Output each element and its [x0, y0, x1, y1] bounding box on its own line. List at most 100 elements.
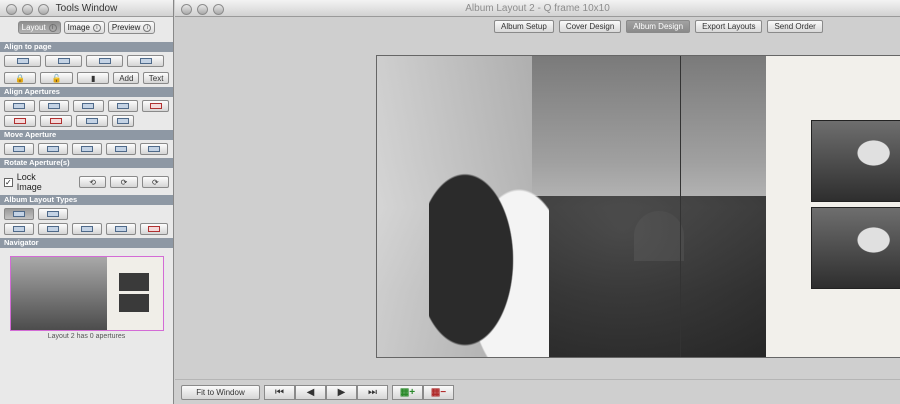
layout-icon	[47, 226, 59, 232]
align-icon	[16, 58, 29, 64]
main-photo-aperture[interactable]	[377, 56, 766, 357]
first-page-icon[interactable]: ⏮	[264, 384, 295, 400]
info-icon: i	[143, 23, 152, 32]
delete-button[interactable]: ▮	[76, 72, 110, 84]
layout-preset-1-button[interactable]	[4, 223, 34, 235]
align-icon	[115, 146, 127, 152]
step-send-order[interactable]: Send Order	[767, 20, 823, 33]
info-icon: i	[92, 23, 101, 32]
plus-glyph: ▦+	[399, 386, 416, 398]
step-album-design[interactable]: Album Design	[626, 20, 691, 33]
move-up-button[interactable]	[72, 143, 102, 155]
align-icon	[86, 118, 98, 124]
match-width-button[interactable]	[76, 115, 108, 127]
step-export-layouts[interactable]: Export Layouts	[695, 20, 763, 33]
bottom-toolbar: Fit to Window ⏮ ◀ ▶ ⏭ ▦+ ▦−	[175, 379, 900, 404]
photo-trees	[527, 196, 766, 357]
zoom-icon[interactable]	[38, 4, 49, 15]
layout-type-page-button[interactable]	[38, 208, 68, 220]
lock-image-checkbox[interactable]: ✓	[4, 177, 13, 187]
layout-icon	[115, 226, 127, 232]
section-navigator: Navigator	[0, 238, 173, 248]
workflow-steps: Album Setup Cover Design Album Design Ex…	[494, 20, 823, 33]
align-icon	[148, 146, 160, 152]
fit-to-window-button[interactable]: Fit to Window	[181, 384, 260, 400]
center-h-button[interactable]	[4, 115, 36, 127]
remove-layout-icon[interactable]: ▦−	[423, 384, 454, 400]
align-icon	[98, 58, 111, 64]
navigator-thumb-1	[119, 273, 149, 291]
layout-type-spread-button[interactable]	[4, 208, 34, 220]
tab-image[interactable]: Image i	[63, 21, 105, 34]
photo-aperture-bottom[interactable]	[811, 207, 900, 289]
next-page-icon[interactable]: ▶	[326, 384, 357, 400]
move-down-button[interactable]	[106, 143, 136, 155]
unlock-button[interactable]: 🔓	[40, 72, 73, 84]
move-left-button[interactable]	[4, 143, 34, 155]
last-page-icon[interactable]: ⏭	[357, 384, 388, 400]
align-icon	[149, 103, 162, 109]
add-layout-icon[interactable]: ▦+	[392, 384, 423, 400]
distribute-horizontal-button[interactable]	[73, 100, 104, 112]
align-icon	[117, 118, 129, 124]
info-icon: i	[48, 23, 57, 32]
move-right-button[interactable]	[38, 143, 68, 155]
rotate-icon: ⟳	[151, 177, 159, 187]
align-icon	[14, 118, 26, 124]
minimize-icon[interactable]	[22, 4, 33, 15]
distribute-vertical-button[interactable]	[107, 100, 139, 112]
layout-icon	[13, 226, 25, 232]
layout-preset-3-button[interactable]	[72, 223, 102, 235]
lock-button[interactable]: 🔒	[4, 72, 37, 84]
align-icon	[47, 146, 59, 152]
close-icon[interactable]	[181, 4, 192, 15]
align-icon	[50, 118, 62, 124]
align-icon	[57, 58, 70, 64]
align-right-button[interactable]	[45, 55, 82, 67]
tab-preview[interactable]: Preview i	[107, 21, 156, 34]
layout-preset-2-button[interactable]	[38, 223, 68, 235]
add-button[interactable]: Add	[113, 72, 140, 84]
text-button[interactable]: Text	[143, 72, 169, 84]
navigator-preview[interactable]	[10, 256, 164, 331]
navigator-photo	[11, 257, 107, 330]
zoom-icon[interactable]	[213, 4, 224, 15]
thumb-photo	[812, 208, 900, 288]
page-nav-group: ⏮ ◀ ▶ ⏭	[264, 384, 388, 400]
rotate-center-button[interactable]: ⟳	[110, 176, 138, 188]
layout-preset-5-button[interactable]	[140, 223, 168, 235]
tools-tabs: Layout i Image i Preview i	[0, 17, 173, 39]
layout-icon	[148, 226, 160, 232]
minimize-icon[interactable]	[197, 4, 208, 15]
unlock-icon: 🔓	[51, 73, 62, 83]
layout-preset-4-button[interactable]	[106, 223, 136, 235]
match-height-button[interactable]	[112, 115, 134, 127]
step-album-setup[interactable]: Album Setup	[494, 20, 554, 33]
section-align-apertures: Align Apertures	[0, 87, 173, 97]
album-spread-canvas[interactable]	[376, 55, 900, 358]
tab-image-label: Image	[67, 23, 90, 32]
prev-page-icon[interactable]: ◀	[295, 384, 326, 400]
align-fill-button[interactable]	[127, 55, 164, 67]
align-left-button[interactable]	[4, 55, 41, 67]
album-layout-window: Album Layout 2 - Q frame 10x10 Album Set…	[175, 0, 900, 404]
align-aperture-right-button[interactable]	[38, 100, 70, 112]
tab-layout[interactable]: Layout i	[17, 21, 61, 34]
align-icon	[116, 103, 129, 109]
step-cover-design[interactable]: Cover Design	[558, 20, 622, 33]
center-v-button[interactable]	[40, 115, 72, 127]
layout-icon	[13, 211, 25, 217]
photo-aperture-top[interactable]	[811, 120, 900, 202]
window-controls	[6, 4, 49, 15]
equal-spacing-button[interactable]	[142, 100, 169, 112]
move-front-button[interactable]	[140, 143, 168, 155]
rotate-left-button[interactable]: ⟲	[78, 176, 107, 188]
rotate-right-button[interactable]: ⟳	[141, 176, 169, 188]
layout-icon	[47, 211, 59, 217]
align-icon	[13, 146, 25, 152]
layout-icon	[81, 226, 93, 232]
align-center-button[interactable]	[86, 55, 123, 67]
close-icon[interactable]	[6, 4, 17, 15]
align-aperture-left-button[interactable]	[4, 100, 35, 112]
align-icon	[139, 58, 152, 64]
